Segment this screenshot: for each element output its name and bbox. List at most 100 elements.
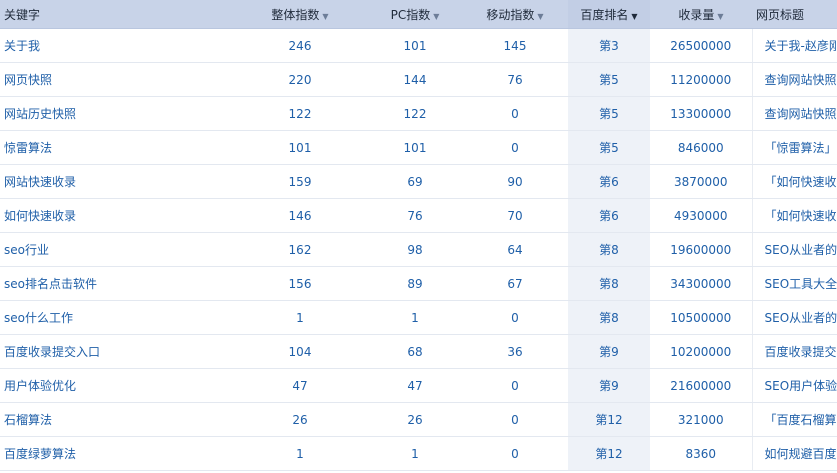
pc-index-cell: 68 <box>368 334 462 369</box>
keyword-cell[interactable]: seo行业 <box>0 232 232 267</box>
overall-index-cell: 1 <box>232 436 368 471</box>
pc-index-cell: 1 <box>368 300 462 335</box>
page-title-cell[interactable]: 「如何快速收录网站」让百度 <box>751 198 837 233</box>
keyword-cell[interactable]: seo排名点击软件 <box>0 266 232 301</box>
pc-index-cell: 1 <box>368 436 462 471</box>
sort-arrow-icon[interactable]: ▼ <box>537 12 543 21</box>
header-label: 整体指数 <box>271 7 320 22</box>
mobile-index-cell: 0 <box>462 96 568 131</box>
mobile-index-cell: 0 <box>462 130 568 165</box>
sort-arrow-icon[interactable]: ▼ <box>433 12 439 21</box>
table-row[interactable]: 关于我246101145第326500000关于我-赵彦刚博客 <box>0 28 837 63</box>
table-row[interactable]: 石榴算法26260第12321000「百度石榴算法」石榴算法 <box>0 402 837 437</box>
baidu-rank-cell: 第6 <box>568 164 650 199</box>
page-title-cell[interactable]: 关于我-赵彦刚博客 <box>751 28 837 63</box>
header-label: 关键字 <box>4 7 41 22</box>
table-row[interactable]: seo什么工作110第810500000SEO从业者的职业发展规划 <box>0 300 837 335</box>
pc-index-cell: 89 <box>368 266 462 301</box>
overall-index-cell: 47 <box>232 368 368 403</box>
overall-index-cell: 101 <box>232 130 368 165</box>
sort-arrow-icon[interactable]: ▼ <box>631 12 637 21</box>
baidu-rank-cell: 第8 <box>568 266 650 301</box>
keyword-cell[interactable]: 石榴算法 <box>0 402 232 437</box>
overall-index-cell: 122 <box>232 96 368 131</box>
pc-index-cell: 47 <box>368 368 462 403</box>
pc-index-cell: 101 <box>368 130 462 165</box>
sort-arrow-icon[interactable]: ▼ <box>717 12 723 21</box>
sort-arrow-icon[interactable]: ▼ <box>322 12 328 21</box>
keyword-table: 关键字 整体指数 ▼ PC指数 ▼ 移动指数 ▼ 百度排名 ▼ 收录量 ▼ 网页标题 关于我 246 10… <box>0 0 837 471</box>
mobile-index-cell: 76 <box>462 62 568 97</box>
keyword-cell[interactable]: 关于我 <box>0 28 232 63</box>
keyword-cell[interactable]: 网站历史快照 <box>0 96 232 131</box>
keyword-cell[interactable]: 百度收录提交入口 <box>0 334 232 369</box>
table-row[interactable]: 百度收录提交入口1046836第910200000百度收录提交入口,最全的百度 <box>0 334 837 369</box>
baidu-rank-cell: 第12 <box>568 436 650 471</box>
table-row[interactable]: 网页快照22014476第511200000查询网站快照历史的几种方法 <box>0 62 837 97</box>
overall-index-cell: 146 <box>232 198 368 233</box>
pc-index-cell: 76 <box>368 198 462 233</box>
header-label: 移动指数 <box>486 7 535 22</box>
page-title-cell[interactable]: 「百度石榴算法」石榴算法 <box>751 402 837 437</box>
indexed-count-cell: 321000 <box>650 402 752 437</box>
table-row[interactable]: 如何快速收录1467670第64930000「如何快速收录网站」让百度 <box>0 198 837 233</box>
keyword-cell[interactable]: 惊雷算法 <box>0 130 232 165</box>
header-overall-index[interactable]: 整体指数 ▼ <box>232 0 368 29</box>
pc-index-cell: 69 <box>368 164 462 199</box>
indexed-count-cell: 10200000 <box>650 334 752 369</box>
page-title-cell[interactable]: 查询网站快照历史的几种方法 <box>751 96 837 131</box>
page-title-cell[interactable]: SEO从业者的职业发展规划 <box>751 232 837 267</box>
pc-index-cell: 26 <box>368 402 462 437</box>
keyword-cell[interactable]: seo什么工作 <box>0 300 232 335</box>
header-label: PC指数 <box>390 7 431 22</box>
header-keyword: 关键字 <box>0 0 232 29</box>
page-title-cell[interactable]: 「惊雷算法」百度惊雷算法 <box>751 130 837 165</box>
overall-index-cell: 162 <box>232 232 368 267</box>
keyword-cell[interactable]: 网页快照 <box>0 62 232 97</box>
table-row[interactable]: 惊雷算法1011010第5846000「惊雷算法」百度惊雷算法 <box>0 130 837 165</box>
header-label: 收录量 <box>678 7 715 22</box>
mobile-index-cell: 67 <box>462 266 568 301</box>
keyword-cell[interactable]: 网站快速收录 <box>0 164 232 199</box>
indexed-count-cell: 8360 <box>650 436 752 471</box>
page-title-cell[interactable]: 查询网站快照历史的几种方法 <box>751 62 837 97</box>
table-row[interactable]: 用户体验优化47470第921600000SEO用户体验、用户需求分析 <box>0 368 837 403</box>
overall-index-cell: 104 <box>232 334 368 369</box>
header-pc-index[interactable]: PC指数 ▼ <box>368 0 462 29</box>
header-baidu-rank[interactable]: 百度排名 ▼ <box>568 0 650 29</box>
keyword-cell[interactable]: 百度绿萝算法 <box>0 436 232 471</box>
table-row[interactable]: 网站历史快照1221220第513300000查询网站快照历史的几种方法 <box>0 96 837 131</box>
table-row[interactable]: seo排名点击软件1568967第834300000SEO工具大全-查权重、查收… <box>0 266 837 301</box>
header-page-title: 网页标题 <box>752 0 837 29</box>
indexed-count-cell: 846000 <box>650 130 752 165</box>
baidu-rank-cell: 第6 <box>568 198 650 233</box>
baidu-rank-cell: 第9 <box>568 368 650 403</box>
overall-index-cell: 246 <box>232 28 368 63</box>
page-title-cell[interactable]: 「如何快速收录网站」让百度 <box>751 164 837 199</box>
pc-index-cell: 144 <box>368 62 462 97</box>
mobile-index-cell: 0 <box>462 300 568 335</box>
page-title-cell[interactable]: 如何规避百度绿萝算法的惩罚 <box>751 436 837 471</box>
page-title-cell[interactable]: 百度收录提交入口,最全的百度 <box>751 334 837 369</box>
baidu-rank-cell: 第9 <box>568 334 650 369</box>
indexed-count-cell: 11200000 <box>650 62 752 97</box>
table-row[interactable]: 网站快速收录1596990第63870000「如何快速收录网站」让百度 <box>0 164 837 199</box>
mobile-index-cell: 64 <box>462 232 568 267</box>
header-label: 百度排名 <box>580 7 629 22</box>
page-title-cell[interactable]: SEO工具大全-查权重、查收录 <box>751 266 837 301</box>
pc-index-cell: 101 <box>368 28 462 63</box>
keyword-cell[interactable]: 用户体验优化 <box>0 368 232 403</box>
table-row[interactable]: 百度绿萝算法110第128360如何规避百度绿萝算法的惩罚 <box>0 436 837 471</box>
indexed-count-cell: 10500000 <box>650 300 752 335</box>
table-body: 关于我246101145第326500000关于我-赵彦刚博客网页快照22014… <box>0 28 837 471</box>
page-title-cell[interactable]: SEO用户体验、用户需求分析 <box>751 368 837 403</box>
page-title-cell[interactable]: SEO从业者的职业发展规划 <box>751 300 837 335</box>
mobile-index-cell: 70 <box>462 198 568 233</box>
mobile-index-cell: 0 <box>462 402 568 437</box>
header-mobile-index[interactable]: 移动指数 ▼ <box>462 0 568 29</box>
header-row: 关键字 整体指数 ▼ PC指数 ▼ 移动指数 ▼ 百度排名 ▼ 收录量 ▼ 网页标题 <box>0 0 837 29</box>
table-row[interactable]: seo行业1629864第819600000SEO从业者的职业发展规划 <box>0 232 837 267</box>
header-indexed-count[interactable]: 收录量 ▼ <box>650 0 752 29</box>
baidu-rank-cell: 第5 <box>568 130 650 165</box>
keyword-cell[interactable]: 如何快速收录 <box>0 198 232 233</box>
